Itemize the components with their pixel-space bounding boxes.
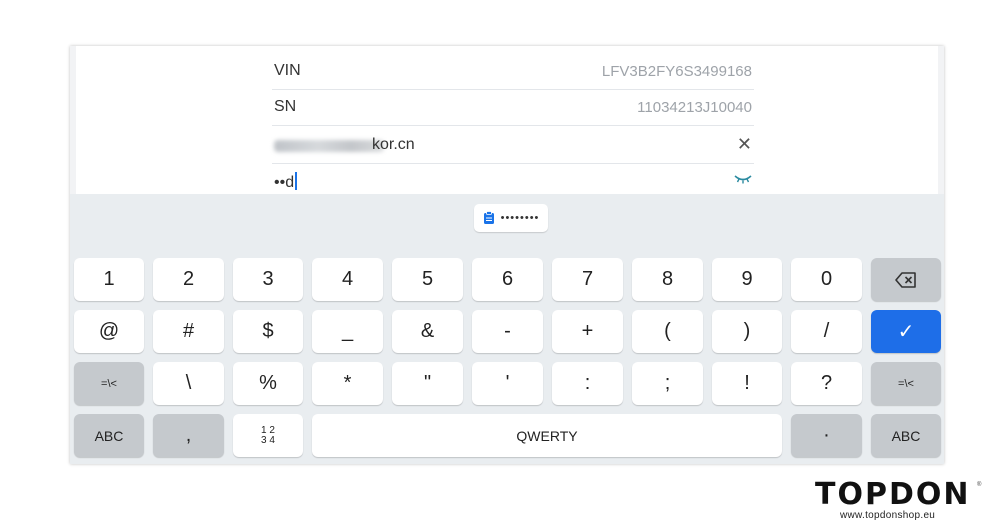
text-caret bbox=[295, 172, 298, 190]
clipboard-text: •••••••• bbox=[500, 212, 540, 224]
tablet-screen: VIN LFV3B2FY6S3499168 SN 11034213J10040 … bbox=[70, 46, 944, 464]
close-icon[interactable]: ✕ bbox=[737, 134, 752, 155]
sn-value: 11034213J10040 bbox=[637, 99, 752, 116]
sn-label: SN bbox=[274, 98, 297, 115]
numpad-bottom-digits: 3 4 bbox=[261, 434, 275, 446]
enter-key[interactable]: ✓ bbox=[871, 310, 941, 353]
key-7[interactable]: 7 bbox=[552, 258, 623, 301]
key-6[interactable]: 6 bbox=[472, 258, 543, 301]
key-dot[interactable]: · bbox=[791, 414, 862, 457]
key-open-paren[interactable]: ( bbox=[632, 310, 703, 353]
email-redacted bbox=[274, 140, 384, 152]
vin-label: VIN bbox=[274, 62, 301, 79]
abc-key-left[interactable]: ABC bbox=[74, 414, 144, 457]
key-semicolon[interactable]: ; bbox=[632, 362, 703, 405]
key-at[interactable]: @ bbox=[74, 310, 144, 353]
symbols-toggle-key-left[interactable]: =\< bbox=[74, 362, 144, 405]
key-2[interactable]: 2 bbox=[153, 258, 224, 301]
key-8[interactable]: 8 bbox=[632, 258, 703, 301]
topdon-logo: TOPDON bbox=[815, 477, 971, 512]
key-3[interactable]: 3 bbox=[233, 258, 303, 301]
abc-key-right[interactable]: ABC bbox=[871, 414, 941, 457]
backspace-icon bbox=[895, 271, 916, 288]
login-form: VIN LFV3B2FY6S3499168 SN 11034213J10040 … bbox=[70, 46, 944, 194]
key-4[interactable]: 4 bbox=[312, 258, 383, 301]
qwerty-space-key[interactable]: QWERTY bbox=[312, 414, 782, 457]
password-input[interactable]: ••d bbox=[274, 172, 298, 192]
key-minus[interactable]: - bbox=[472, 310, 543, 353]
key-dollar[interactable]: $ bbox=[233, 310, 303, 353]
backspace-key[interactable] bbox=[871, 258, 941, 301]
key-asterisk[interactable]: * bbox=[312, 362, 383, 405]
clipboard-icon bbox=[483, 211, 494, 224]
key-1[interactable]: 1 bbox=[74, 258, 144, 301]
email-field[interactable]: kor.cn ✕ bbox=[272, 128, 754, 164]
key-0[interactable]: 0 bbox=[791, 258, 862, 301]
key-double-quote[interactable]: " bbox=[392, 362, 463, 405]
key-5[interactable]: 5 bbox=[392, 258, 463, 301]
key-9[interactable]: 9 bbox=[712, 258, 782, 301]
key-colon[interactable]: : bbox=[552, 362, 623, 405]
key-plus[interactable]: + bbox=[552, 310, 623, 353]
vin-value: LFV3B2FY6S3499168 bbox=[601, 63, 752, 80]
vin-row: VIN LFV3B2FY6S3499168 bbox=[272, 54, 754, 90]
registered-mark: ® bbox=[977, 482, 982, 488]
clipboard-suggestion[interactable]: •••••••• bbox=[474, 204, 548, 232]
key-ampersand[interactable]: & bbox=[392, 310, 463, 353]
key-question[interactable]: ? bbox=[791, 362, 862, 405]
eye-closed-icon[interactable] bbox=[734, 174, 752, 184]
numpad-toggle-key[interactable]: 1 2 3 4 bbox=[233, 414, 303, 457]
key-percent[interactable]: % bbox=[233, 362, 303, 405]
sn-row: SN 11034213J10040 bbox=[272, 90, 754, 126]
check-icon: ✓ bbox=[897, 321, 915, 343]
numpad-top-digits: 1 2 bbox=[261, 424, 275, 436]
key-backslash[interactable]: \ bbox=[153, 362, 224, 405]
brand-url: www.topdonshop.eu bbox=[840, 510, 936, 521]
key-underscore[interactable]: _ bbox=[312, 310, 383, 353]
key-single-quote[interactable]: ' bbox=[472, 362, 543, 405]
key-comma[interactable]: , bbox=[153, 414, 224, 457]
email-visible-text: kor.cn bbox=[372, 136, 415, 153]
on-screen-keyboard: •••••••• 1 2 3 4 5 6 7 8 9 0 @ # $ _ & -… bbox=[70, 194, 944, 464]
key-exclamation[interactable]: ! bbox=[712, 362, 782, 405]
key-close-paren[interactable]: ) bbox=[712, 310, 782, 353]
symbols-toggle-key-right[interactable]: =\< bbox=[871, 362, 941, 405]
key-hash[interactable]: # bbox=[153, 310, 224, 353]
key-slash[interactable]: / bbox=[791, 310, 862, 353]
